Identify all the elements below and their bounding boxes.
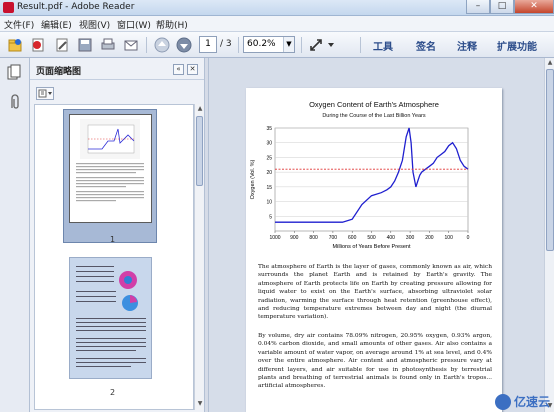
x-tick-label: 0: [467, 235, 470, 241]
x-tick-label: 100: [445, 235, 454, 241]
attachment-icon[interactable]: [8, 94, 20, 113]
options-menu-icon[interactable]: [36, 87, 54, 100]
menu-window[interactable]: 窗口(W): [117, 18, 151, 31]
menu-help[interactable]: 帮助(H): [156, 18, 188, 31]
zoom-select[interactable]: 60.2% ▼: [243, 36, 295, 53]
paragraph: By volume, dry air contains 78.09% nitro…: [258, 333, 492, 390]
chevron-down-icon[interactable]: ▼: [283, 37, 294, 52]
thumbnail-scrollbar[interactable]: ▲ ▼: [194, 104, 203, 410]
y-tick-label: 30: [266, 141, 272, 147]
title-bar: Result.pdf - Adobe Reader – □ ✕: [0, 0, 554, 16]
x-tick-label: 500: [367, 235, 376, 241]
y-tick-label: 25: [266, 155, 272, 161]
toolbar-separator: [146, 37, 147, 53]
create-pdf-icon[interactable]: [29, 36, 47, 54]
y-tick-label: 10: [266, 200, 272, 206]
window-title: Result.pdf - Adobe Reader: [17, 2, 135, 12]
edit-icon[interactable]: [53, 36, 71, 54]
x-tick-label: 300: [406, 235, 415, 241]
email-icon[interactable]: [122, 36, 140, 54]
x-tick-label: 800: [309, 235, 318, 241]
collapse-panel-icon[interactable]: «: [173, 64, 184, 75]
next-page-icon[interactable]: [175, 36, 193, 54]
toolbar-separator: [301, 37, 302, 53]
chevron-down-icon[interactable]: [326, 36, 336, 54]
panel-title: 页面缩略图: [36, 67, 82, 77]
document-view: Oxygen Content of Earth's Atmosphere Duri…: [209, 58, 544, 412]
oxygen-chart: Oxygen Content of Earth's Atmosphere Duri…: [250, 100, 470, 250]
toolbar-separator: [360, 37, 361, 53]
x-tick-label: 900: [290, 235, 299, 241]
minimize-button[interactable]: –: [466, 0, 490, 14]
save-icon[interactable]: [76, 36, 94, 54]
adobe-reader-icon: [3, 2, 14, 13]
panel-header: 页面缩略图 « ✕: [30, 58, 204, 80]
page-total-label: / 3: [220, 39, 232, 49]
thumbnails-panel: 页面缩略图 « ✕ 1 2 ▲ ▼: [30, 58, 204, 412]
close-panel-icon[interactable]: ✕: [187, 64, 198, 75]
x-tick-label: 600: [348, 235, 357, 241]
print-icon[interactable]: [99, 36, 117, 54]
y-tick-label: 15: [266, 185, 272, 191]
x-tick-label: 700: [329, 235, 338, 241]
x-tick-label: 1000: [269, 235, 280, 241]
fit-page-icon[interactable]: [307, 36, 325, 54]
menu-view[interactable]: 视图(V): [79, 18, 110, 31]
sign-button[interactable]: 签名: [416, 38, 436, 53]
menu-edit[interactable]: 编辑(E): [41, 18, 72, 31]
document-page: Oxygen Content of Earth's Atmosphere Duri…: [246, 88, 502, 412]
document-scrollbar[interactable]: ▲ ▼: [544, 58, 554, 412]
thumbnail-page-2[interactable]: [69, 257, 152, 379]
y-tick-label: 5: [269, 214, 272, 220]
extend-button[interactable]: 扩展功能: [497, 38, 537, 53]
watermark: 亿速云: [494, 393, 550, 410]
comment-button[interactable]: 注释: [457, 38, 477, 53]
thumbnail-label: 2: [110, 388, 116, 397]
plot-area: [274, 127, 469, 232]
chart-subtitle: During the Course of the Last Billion Ye…: [322, 113, 426, 119]
y-axis-label: Oxygen (Vol. %): [250, 159, 256, 199]
scroll-up-icon[interactable]: ▲: [196, 105, 204, 114]
scrollbar-thumb[interactable]: [196, 116, 203, 186]
page-number-input[interactable]: 1: [199, 36, 217, 53]
maximize-button[interactable]: □: [490, 0, 514, 14]
open-icon[interactable]: [6, 36, 24, 54]
chart-title: Oxygen Content of Earth's Atmosphere: [309, 100, 439, 109]
scrollbar-thumb[interactable]: [546, 69, 554, 251]
x-axis-label: Millions of Years Before Present: [333, 244, 411, 250]
x-tick-label: 400: [387, 235, 396, 241]
zoom-value: 60.2%: [247, 39, 276, 49]
page-thumbnails-icon[interactable]: [7, 64, 21, 83]
tools-button[interactable]: 工具: [373, 38, 393, 53]
menu-bar: 文件(F) 编辑(E) 视图(V) 窗口(W) 帮助(H): [0, 16, 554, 32]
scroll-down-icon[interactable]: ▼: [196, 400, 204, 409]
menu-file[interactable]: 文件(F): [4, 18, 34, 31]
thumbnail-page-1[interactable]: [69, 114, 152, 223]
scroll-up-icon[interactable]: ▲: [546, 59, 554, 68]
y-tick-label: 35: [266, 126, 272, 132]
watermark-logo: [494, 393, 511, 410]
toolbar-separator: [238, 37, 239, 53]
prev-page-icon[interactable]: [153, 36, 171, 54]
paragraph: The atmosphere of Earth is the layer of …: [258, 264, 492, 321]
thumbnail-list: 1 2: [34, 104, 194, 410]
thumbnail-label: 1: [110, 235, 116, 244]
watermark-text: 亿速云: [513, 395, 550, 409]
y-tick-label: 20: [266, 170, 272, 176]
navigation-rail: [0, 58, 30, 412]
x-tick-label: 200: [425, 235, 434, 241]
close-button[interactable]: ✕: [514, 0, 554, 14]
